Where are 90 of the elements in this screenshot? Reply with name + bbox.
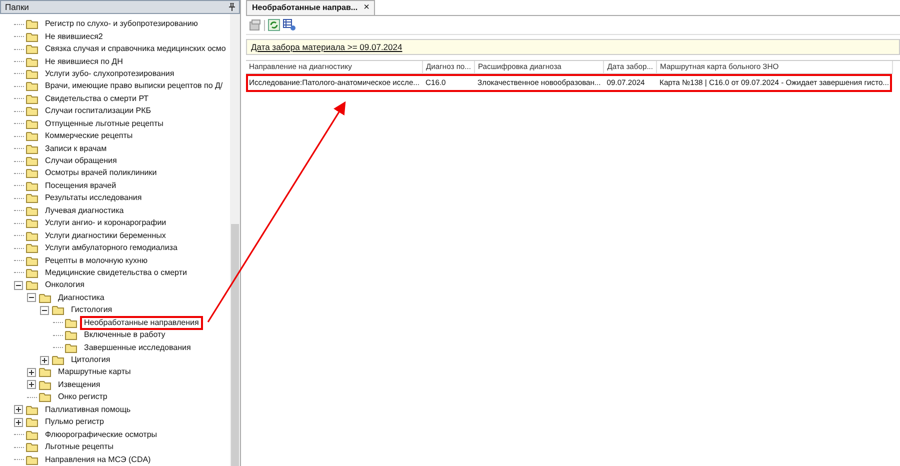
tree-item[interactable]: Услуги ангио- и коронарографии [41, 216, 170, 230]
tree-item[interactable]: Случаи обращения [41, 154, 121, 168]
folder-icon [26, 81, 38, 92]
close-icon[interactable]: × [364, 2, 370, 14]
folder-icon [65, 342, 77, 353]
folder-icon [26, 56, 38, 67]
folder-icon [26, 68, 38, 79]
tree-item[interactable]: Врачи, имеющие право выписки рецептов по Д/ [41, 79, 227, 94]
panel-title: Папки [5, 1, 29, 13]
folder-icon [26, 118, 38, 129]
tree-item[interactable]: Паллиативная помощь [41, 402, 135, 417]
tree-item[interactable]: Услуги амбулаторного гемодиализа [41, 241, 182, 256]
folder-icon [26, 180, 38, 191]
tree-item[interactable]: Записи к врачам [41, 142, 111, 156]
filter-link[interactable]: Дата забора материала >= 09.07.2024 [251, 42, 402, 52]
folder-icon [26, 131, 38, 142]
tree-item[interactable]: Направления на МСЭ (CDA) [41, 452, 155, 466]
tree-item[interactable]: Необработанные направления [80, 316, 203, 330]
scrollbar[interactable] [230, 14, 240, 466]
tree-item[interactable]: Льготные рецепты [41, 440, 118, 454]
expander-icon[interactable] [40, 356, 49, 365]
tree-item[interactable]: Извещения [54, 378, 104, 392]
folder-icon [26, 454, 38, 465]
folder-icon [26, 106, 38, 116]
expander-icon[interactable] [27, 368, 36, 377]
folder-icon [52, 355, 64, 366]
tree-item[interactable]: Не явившиеся по ДН [41, 54, 127, 69]
tree-item[interactable]: Маршрутные карты [54, 365, 135, 380]
expander-icon[interactable] [40, 306, 49, 315]
folder-icon [39, 380, 51, 390]
document-tab[interactable]: Необработанные направ... × [246, 0, 376, 15]
tree-item[interactable]: Регистр по слухо- и зубопротезированию [41, 17, 202, 32]
tree-item[interactable]: Коммерческие рецепты [41, 129, 137, 144]
folder-icon [26, 430, 38, 440]
tree-item[interactable]: Пульмо регистр [41, 415, 108, 430]
folder-icon [39, 367, 51, 378]
tree-item[interactable]: Онкология [41, 278, 88, 292]
folder-icon [39, 292, 51, 303]
folder-icon [26, 218, 38, 228]
folder-icon [39, 392, 51, 402]
folder-icon [65, 318, 77, 328]
folder-icon [26, 168, 38, 178]
tree-item[interactable]: Свидетельства о смерти РТ [41, 92, 153, 106]
tree-item[interactable]: Гистология [67, 303, 116, 318]
tree-item[interactable]: Флюорографические осмотры [41, 428, 162, 442]
refresh-icon[interactable] [268, 19, 280, 31]
folder-icon [26, 193, 38, 204]
tree-item[interactable]: Не явившиеся2 [41, 30, 107, 44]
tree-item[interactable]: Медицинские свидетельства о смерти [41, 266, 191, 280]
folder-icon [26, 206, 38, 216]
folder-icon [26, 256, 38, 266]
tree-item[interactable]: Результаты исследования [41, 191, 146, 206]
scrollbar-thumb[interactable] [231, 224, 239, 466]
tree-item[interactable]: Рецепты в молочную кухню [41, 254, 152, 268]
folder-icon [26, 32, 38, 42]
folder-icon [52, 305, 64, 316]
tree-item[interactable]: Завершенные исследования [80, 340, 195, 355]
tree-item[interactable]: Онко регистр [54, 390, 112, 404]
tree-item[interactable]: Включенные в работу [80, 328, 170, 342]
folder-icon [26, 44, 38, 54]
expander-icon[interactable] [14, 405, 23, 414]
folder-icon [26, 243, 38, 254]
tree-item[interactable]: Осмотры врачей поликлиники [41, 166, 161, 180]
expander-icon[interactable] [14, 280, 23, 290]
folder-icon [26, 156, 38, 166]
grid-settings-icon[interactable] [283, 19, 296, 31]
folder-icon [26, 442, 38, 452]
folder-icon [26, 19, 38, 30]
properties-icon[interactable] [249, 19, 261, 31]
tree-item[interactable]: Диагностика [54, 290, 108, 305]
tree-item[interactable]: Посещения врачей [41, 178, 120, 193]
folder-icon [26, 404, 38, 415]
expander-icon[interactable] [27, 380, 36, 390]
folder-icon [26, 417, 38, 428]
folder-icon [26, 268, 38, 278]
folder-icon [26, 230, 38, 241]
tree-item[interactable]: Услуги диагностики беременных [41, 228, 170, 243]
tree-item[interactable]: Связка случая и справочника медицинских осмо [41, 42, 230, 56]
tree-item[interactable]: Услуги зубо- слухопротезирования [41, 66, 178, 81]
tree-item[interactable]: Лучевая диагностика [41, 204, 128, 218]
folder-icon [26, 144, 38, 154]
expander-icon[interactable] [27, 293, 36, 302]
folder-icon [65, 330, 77, 340]
expander-icon[interactable] [14, 418, 23, 427]
pin-icon[interactable] [229, 3, 235, 11]
tree-item[interactable]: Цитология [67, 353, 114, 368]
tree-item[interactable]: Случаи госпитализации РКБ [41, 104, 156, 118]
folder-icon [26, 94, 38, 104]
folder-icon [26, 280, 38, 290]
tree-item[interactable]: Отпущенные льготные рецепты [41, 116, 168, 131]
